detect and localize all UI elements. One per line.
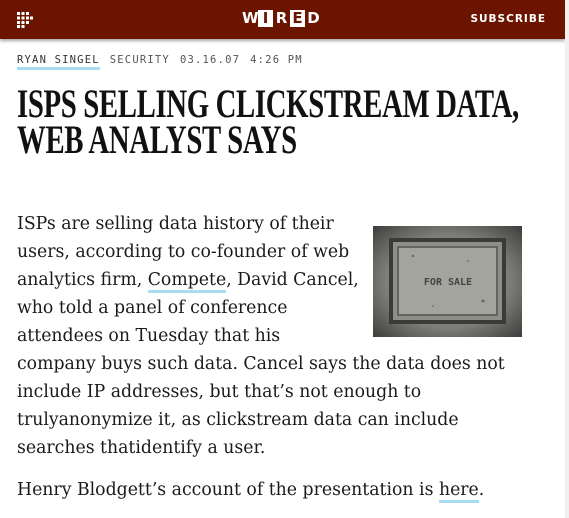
publish-date: 03.16.07: [179, 54, 241, 66]
top-nav-bar: W I R E D SUBSCRIBE: [0, 0, 565, 39]
manhole-cover-photo: FOR SALE: [373, 226, 522, 337]
grid-menu-icon[interactable]: [17, 12, 33, 28]
sign-text: FOR SALE: [424, 277, 472, 288]
wired-logo[interactable]: W I R E D: [242, 10, 321, 27]
subscribe-button[interactable]: SUBSCRIBE: [470, 13, 546, 25]
here-link[interactable]: here: [438, 480, 479, 503]
article-headline: ISPS SELLING CLICKSTREAM DATA, WEB ANALY…: [17, 81, 519, 162]
paragraph-text: .: [478, 480, 485, 500]
author-link[interactable]: RYAN SINGEL: [17, 54, 100, 70]
logo-letter: I: [258, 10, 273, 27]
logo-letter: W: [242, 9, 259, 27]
page-scrollbar[interactable]: [565, 0, 569, 518]
logo-letter: R: [275, 9, 288, 27]
paragraph-2: Henry Blodgett’s account of the presenta…: [17, 476, 522, 504]
article-byline: RYAN SINGEL SECURITY 03.16.07 4:26 PM: [17, 54, 303, 70]
logo-letter: D: [307, 9, 320, 27]
article-body: FOR SALE ISPs are selling data history o…: [17, 210, 522, 518]
paragraph-text: Henry Blodgett’s account of the presenta…: [17, 480, 439, 500]
category-label[interactable]: SECURITY: [110, 54, 170, 66]
compete-link[interactable]: Compete: [147, 270, 227, 293]
logo-letter: E: [290, 10, 305, 27]
publish-time: 4:26 PM: [250, 54, 303, 66]
